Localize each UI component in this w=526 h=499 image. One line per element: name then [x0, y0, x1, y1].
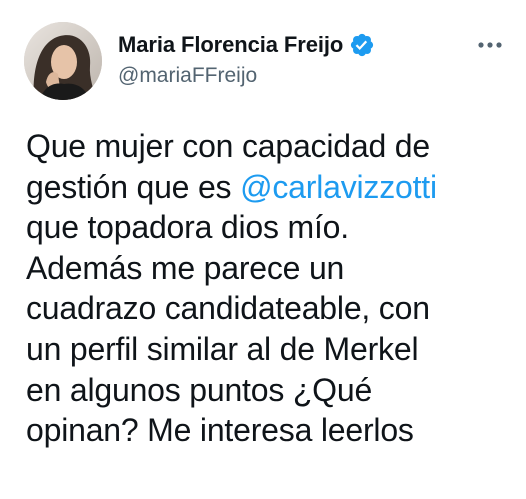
tweet-line: gestión que es @carlavizzotti — [26, 167, 518, 208]
tweet-line-text: Que mujer con capacidad de — [26, 128, 430, 164]
tweet-line: opinan? Me interesa leerlos — [26, 410, 518, 451]
tweet-line: un perfil similar al de Merkel — [26, 329, 518, 370]
tweet-line-text: Además me parece un — [26, 249, 345, 286]
tweet-line-text: opinan? Me interesa leerlos — [26, 412, 414, 449]
tweet-line-text: cuadrazo candidateable, con — [26, 290, 430, 327]
tweet-line-text: un perfil similar al de Merkel — [26, 330, 419, 367]
more-options-icon — [478, 42, 502, 48]
tweet-line: cuadrazo candidateable, con — [26, 288, 518, 329]
tweet-line: Que mujer con capacidad de — [26, 126, 518, 167]
name-row: Maria Florencia Freijo — [118, 30, 375, 60]
tweet-card: Maria Florencia Freijo @mariaFFreijo Que… — [0, 0, 526, 499]
more-options-button[interactable] — [470, 30, 510, 60]
author-info: Maria Florencia Freijo @mariaFFreijo — [118, 30, 375, 88]
author-display-name[interactable]: Maria Florencia Freijo — [118, 32, 343, 58]
tweet-text: Que mujer con capacidad de gestión que e… — [26, 126, 518, 451]
mention-link[interactable]: @carlavizzotti — [240, 169, 437, 205]
tweet-line: Además me parece un — [26, 248, 518, 289]
author-handle[interactable]: @mariaFFreijo — [118, 64, 375, 88]
tweet-line: en algunos puntos ¿Qué — [26, 370, 518, 411]
author-avatar[interactable] — [24, 22, 102, 100]
profile-photo-icon — [24, 22, 102, 100]
tweet-line: que topadora dios mío. — [26, 207, 518, 248]
tweet-line-text: en algunos puntos ¿Qué — [26, 371, 373, 408]
tweet-line-text: gestión que es — [26, 168, 241, 205]
verified-badge-icon — [349, 32, 375, 58]
tweet-line-text: que topadora dios mío. — [26, 209, 349, 246]
